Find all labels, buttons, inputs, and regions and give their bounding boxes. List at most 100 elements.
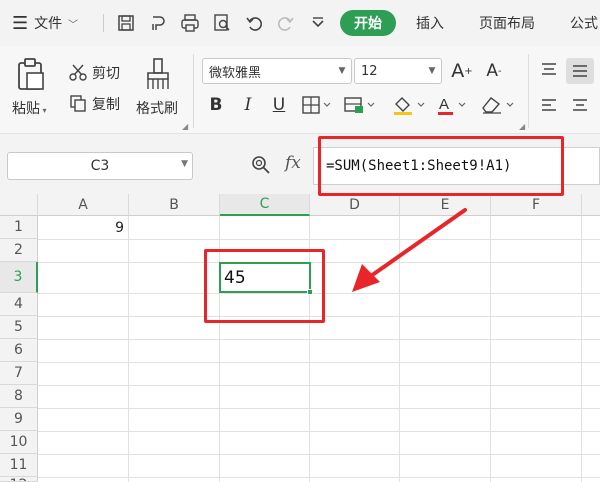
format-painter-icon	[143, 56, 173, 94]
copy-label: 复制	[92, 97, 120, 113]
ribbon-separator	[528, 54, 529, 128]
increase-font-icon[interactable]: A +	[450, 59, 474, 83]
cell-a1[interactable]: 9	[38, 217, 128, 239]
tab-page-layout[interactable]: 页面布局	[479, 0, 535, 46]
column-header-label: F	[531, 196, 541, 213]
customize-dropdown-icon[interactable]	[306, 11, 330, 35]
annotation-arrow	[352, 208, 467, 292]
file-menu[interactable]: ☰ 文件 ﹀	[12, 0, 78, 46]
gridline	[38, 385, 600, 386]
export-icon[interactable]	[146, 11, 170, 35]
font-color-icon[interactable]: A	[434, 93, 470, 117]
column-header-label: B	[169, 196, 179, 213]
bold-icon[interactable]: B	[206, 94, 226, 116]
border-icon[interactable]	[300, 94, 334, 116]
column-header-label: A	[78, 196, 88, 213]
row-header-6[interactable]: 6	[0, 339, 38, 362]
row-header-3[interactable]: 3	[0, 262, 38, 293]
row-header-label: 7	[14, 365, 23, 381]
ribbon-separator	[193, 54, 194, 128]
ribbon: 粘贴 ▾ 剪切 复制 格式刷 ◢ 微软雅黑 ▼ 12 ▼ A + A- B I U…	[0, 46, 600, 134]
font-size-value: 12	[361, 63, 378, 79]
paste-button[interactable]: 粘贴 ▾	[12, 98, 47, 118]
row-header-10[interactable]: 10	[0, 431, 38, 454]
font-name-select[interactable]: 微软雅黑 ▼	[202, 58, 352, 84]
row-header-label: 11	[9, 457, 28, 473]
column-header-a[interactable]: A	[38, 194, 129, 216]
tab-formulas[interactable]: 公式	[570, 0, 598, 46]
row-header-1[interactable]: 1	[0, 216, 38, 239]
font-dialog-launcher-icon[interactable]: ◢	[519, 122, 525, 131]
row-header-label: 9	[14, 411, 23, 427]
column-header-c[interactable]: C	[220, 194, 310, 216]
gridline	[38, 431, 600, 432]
chevron-down-icon: ▼	[428, 66, 436, 76]
decrease-font-icon[interactable]: A-	[482, 59, 506, 83]
chevron-down-icon: ▼	[181, 159, 188, 169]
save-icon[interactable]	[114, 11, 138, 35]
tab-start[interactable]: 开始	[340, 10, 396, 36]
row-header-8[interactable]: 8	[0, 385, 38, 408]
row-header-label: 6	[14, 342, 23, 358]
row-header-label: 8	[14, 388, 23, 404]
underline-icon[interactable]: U	[268, 94, 290, 116]
column-header-label: C	[259, 196, 270, 212]
font-size-select[interactable]: 12 ▼	[354, 58, 442, 84]
gridline	[490, 216, 491, 482]
row-header-12[interactable]: 12	[0, 477, 38, 482]
row-header-5[interactable]: 5	[0, 316, 38, 339]
fill-color-icon[interactable]	[390, 93, 428, 117]
align-middle-icon[interactable]	[566, 58, 594, 84]
format-painter-button[interactable]: 格式刷	[136, 98, 178, 118]
clear-format-icon[interactable]	[478, 93, 518, 117]
gridline	[38, 408, 600, 409]
print-icon[interactable]	[178, 11, 202, 35]
zoom-lookup-icon[interactable]	[250, 154, 272, 176]
fx-label: fx	[285, 153, 301, 173]
name-box[interactable]: C3 ▼	[7, 152, 193, 180]
spreadsheet-grid[interactable]: A B C D E F 1 2 3 4 5 6 7 8 9 10 11 12 9…	[0, 194, 600, 482]
row-header-label: 2	[14, 242, 23, 258]
gridline	[38, 454, 600, 455]
tab-formulas-label: 公式	[570, 16, 598, 32]
row-header-11[interactable]: 11	[0, 454, 38, 477]
gridline	[38, 339, 600, 340]
chevron-down-icon: ﹀	[68, 19, 79, 31]
row-header-7[interactable]: 7	[0, 362, 38, 385]
copy-button[interactable]: 复制	[92, 94, 120, 114]
column-header-f[interactable]: F	[491, 194, 582, 216]
column-header-b[interactable]: B	[129, 194, 220, 216]
paste-icon[interactable]	[14, 56, 48, 94]
select-all-corner[interactable]	[0, 194, 38, 216]
menu-bar: ☰ 文件 ﹀ 开始 插入 页面布局 公式	[0, 0, 600, 46]
row-header-2[interactable]: 2	[0, 239, 38, 262]
column-header-g[interactable]	[582, 194, 600, 216]
gridline	[128, 216, 129, 482]
print-preview-icon[interactable]	[210, 11, 234, 35]
align-top-icon[interactable]	[536, 58, 562, 82]
tab-insert[interactable]: 插入	[416, 0, 444, 46]
align-center-icon[interactable]	[566, 94, 594, 118]
row-header-label: 10	[9, 434, 28, 450]
row-header-label: 12	[10, 477, 28, 481]
divider	[103, 14, 104, 32]
row-header-label: 4	[14, 296, 23, 312]
file-menu-label: 文件	[34, 16, 63, 32]
redo-icon[interactable]	[274, 11, 298, 35]
row-header-4[interactable]: 4	[0, 293, 38, 316]
tab-insert-label: 插入	[416, 16, 444, 32]
row-header-9[interactable]: 9	[0, 408, 38, 431]
fill-style-icon[interactable]	[342, 94, 378, 116]
cell-a1-value: 9	[115, 220, 124, 236]
italic-icon[interactable]: I	[238, 94, 258, 116]
formula-highlight-box	[318, 136, 564, 196]
svg-text:A: A	[439, 96, 449, 113]
format-painter-label: 格式刷	[136, 101, 178, 117]
dialog-launcher-icon[interactable]: ◢	[182, 122, 188, 131]
cut-button[interactable]: 剪切	[92, 63, 120, 83]
align-left-icon[interactable]	[536, 94, 562, 118]
gridline	[581, 216, 582, 482]
undo-icon[interactable]	[242, 11, 266, 35]
row-header-label: 5	[14, 319, 23, 335]
insert-function-button[interactable]: fx	[285, 153, 301, 173]
